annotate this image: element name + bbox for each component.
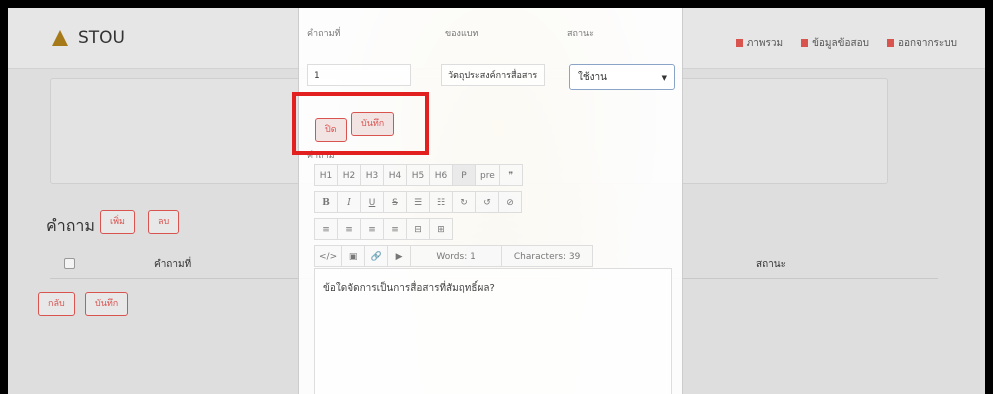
strikethrough-icon[interactable]: S <box>383 191 407 213</box>
toolbar-formatting: B I U S ☰ ☷ ↻ ↺ ⊘ <box>314 191 522 213</box>
status-select[interactable]: ใช้งาน ▼ <box>569 64 675 90</box>
toolbar-headings: H1 H2 H3 H4 H5 H6 P pre ❞ <box>314 164 523 186</box>
bold-icon[interactable]: B <box>314 191 338 213</box>
pre-button[interactable]: pre <box>475 164 500 186</box>
toolbar-insert: </> ▣ 🔗 ▶ Words: 1 Characters: 39 <box>314 245 594 267</box>
video-icon[interactable]: ▶ <box>387 245 412 267</box>
status-label: สถานะ <box>567 29 594 39</box>
undo-icon[interactable]: ↺ <box>475 191 499 213</box>
delete-button[interactable]: ลบ <box>148 210 180 234</box>
character-count: Characters: 39 <box>501 245 594 267</box>
chevron-down-icon: ▼ <box>661 74 667 82</box>
status-select-value: ใช้งาน <box>578 72 608 83</box>
nav-link-exam-data[interactable]: ข้อมูลข้อสอบ <box>801 36 869 51</box>
annotation-highlight-box <box>292 92 429 155</box>
outdent-icon[interactable]: ⊟ <box>406 218 430 240</box>
link-icon[interactable]: 🔗 <box>364 245 389 267</box>
redo-icon[interactable]: ↻ <box>452 191 476 213</box>
column-question-no: คำถามที่ <box>154 259 192 270</box>
section-title: คำถาม <box>46 216 95 235</box>
dashboard-icon <box>735 39 743 47</box>
nav-link-logout[interactable]: ออกจากระบบ <box>886 36 957 51</box>
save-page-button[interactable]: บันทึก <box>85 292 129 316</box>
h1-button[interactable]: H1 <box>314 164 338 186</box>
align-center-icon[interactable]: ≡ <box>337 218 361 240</box>
brand-name: STOU <box>78 28 125 48</box>
toolbar-alignment: ≡ ≡ ≡ ≡ ⊟ ⊞ <box>314 218 453 240</box>
clear-format-icon[interactable]: ⊘ <box>498 191 522 213</box>
quote-icon[interactable]: ❞ <box>498 164 523 186</box>
h3-button[interactable]: H3 <box>360 164 384 186</box>
italic-icon[interactable]: I <box>337 191 361 213</box>
align-left-icon[interactable]: ≡ <box>314 218 338 240</box>
h6-button[interactable]: H6 <box>429 164 453 186</box>
h2-button[interactable]: H2 <box>337 164 361 186</box>
add-button[interactable]: เพิ่ม <box>100 210 135 234</box>
column-status: สถานะ <box>756 259 786 270</box>
code-view-icon[interactable]: </> <box>314 245 343 267</box>
question-no-field[interactable]: 1 <box>307 64 411 86</box>
select-all-checkbox[interactable] <box>64 258 75 269</box>
h4-button[interactable]: H4 <box>383 164 407 186</box>
brand[interactable]: STOU <box>52 28 125 48</box>
objective-field[interactable]: วัตถุประสงค์การสื่อสาร <box>441 64 545 86</box>
paragraph-button[interactable]: P <box>452 164 476 186</box>
question-editor[interactable]: ข้อใดจัดการเป็นการสื่อสารที่สัมฤทธิ์ผล? <box>314 268 672 394</box>
objective-label: ของแบท <box>445 29 479 39</box>
underline-icon[interactable]: U <box>360 191 384 213</box>
page: STOU ภาพรวม ข้อมูลข้อสอบ ออกจากระบบ คำถา… <box>8 8 985 394</box>
stou-logo-icon <box>52 30 68 46</box>
question-no-label: คำถามที่ <box>307 29 341 39</box>
editor-content: ข้อใดจัดการเป็นการสื่อสารที่สัมฤทธิ์ผล? <box>323 283 495 294</box>
indent-icon[interactable]: ⊞ <box>429 218 453 240</box>
ordered-list-icon[interactable]: ☷ <box>429 191 453 213</box>
justify-icon[interactable]: ≡ <box>383 218 407 240</box>
word-count: Words: 1 <box>410 245 503 267</box>
book-icon <box>801 39 809 47</box>
align-right-icon[interactable]: ≡ <box>360 218 384 240</box>
nav-link-overview[interactable]: ภาพรวม <box>735 36 783 51</box>
nav-links: ภาพรวม ข้อมูลข้อสอบ ออกจากระบบ <box>735 36 957 51</box>
logout-icon <box>886 39 894 47</box>
back-button[interactable]: กลับ <box>38 292 75 316</box>
h5-button[interactable]: H5 <box>406 164 430 186</box>
image-icon[interactable]: ▣ <box>341 245 366 267</box>
unordered-list-icon[interactable]: ☰ <box>406 191 430 213</box>
